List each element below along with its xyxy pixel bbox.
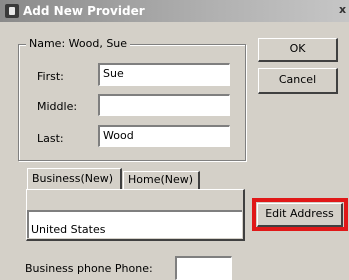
- tab-home[interactable]: Home(New): [123, 171, 200, 190]
- tab-business[interactable]: Business(New): [27, 168, 122, 190]
- window-title: Add New Provider: [23, 4, 145, 18]
- middle-name-field[interactable]: [98, 94, 230, 116]
- address-tab-panel: United States: [26, 189, 245, 241]
- last-name-field[interactable]: Wood: [98, 125, 230, 147]
- address-country: United States: [31, 223, 106, 236]
- first-name-field[interactable]: Sue: [98, 63, 230, 86]
- app-icon: [5, 4, 19, 18]
- business-phone-field[interactable]: [175, 256, 232, 280]
- name-group-legend: Name: Wood, Sue: [26, 37, 131, 50]
- last-name-label: Last:: [37, 132, 64, 145]
- first-name-label: First:: [37, 70, 64, 83]
- highlight-box: [252, 198, 348, 231]
- address-box[interactable]: United States: [27, 210, 242, 238]
- title-bar: Add New Provider x: [0, 0, 349, 22]
- ok-button[interactable]: OK: [258, 38, 338, 62]
- business-phone-label: Business phone Phone:: [25, 262, 153, 275]
- close-icon[interactable]: x: [339, 3, 349, 19]
- cancel-button[interactable]: Cancel: [258, 68, 338, 94]
- middle-name-label: Middle:: [37, 100, 78, 113]
